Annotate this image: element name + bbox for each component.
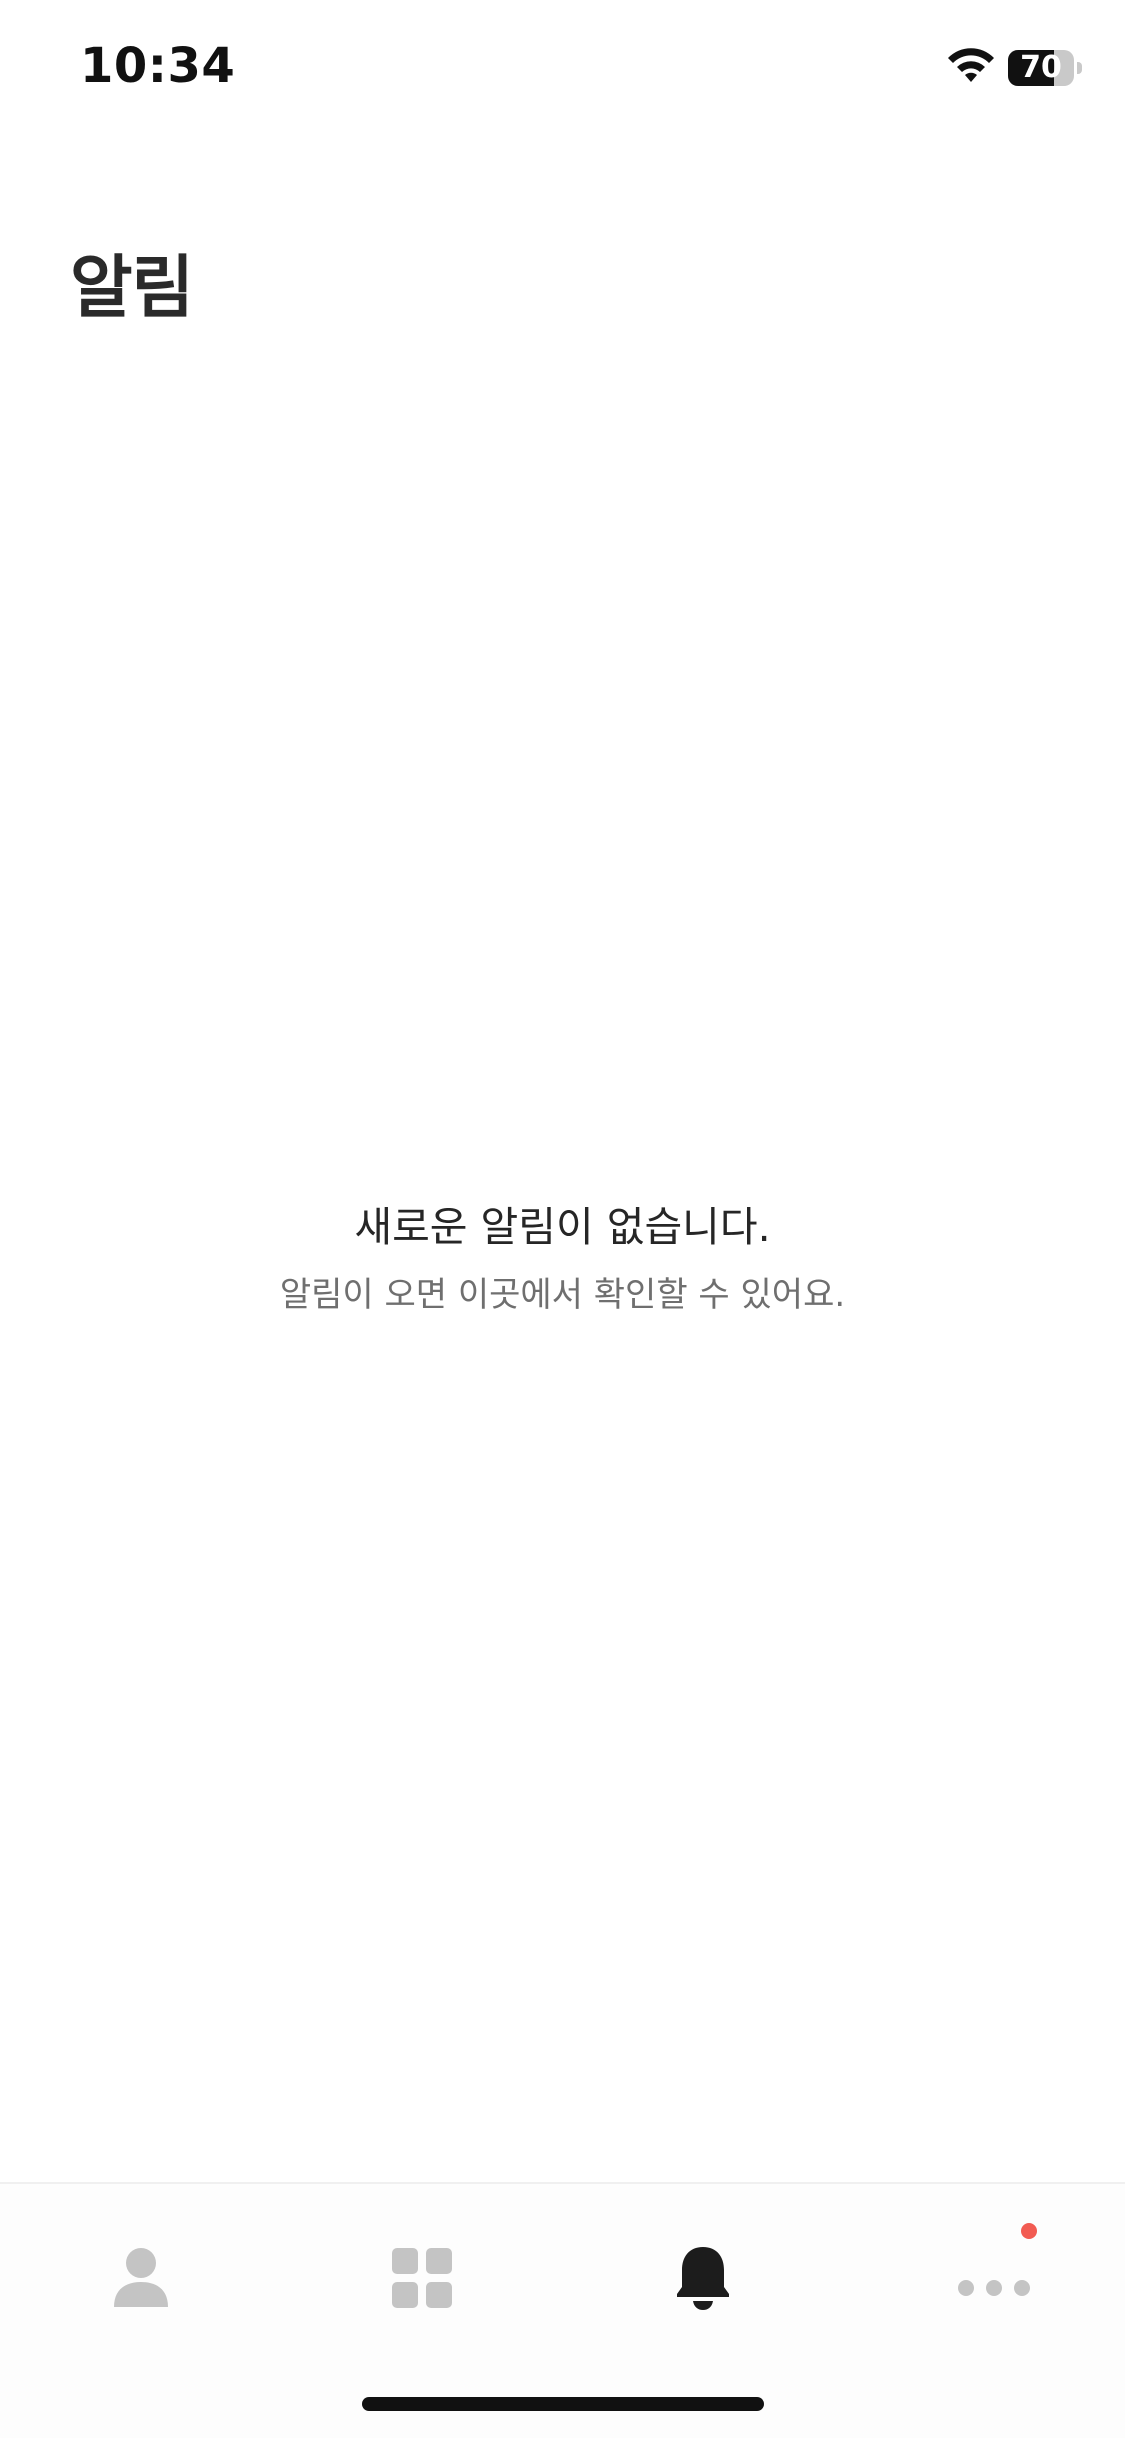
status-bar: 10:34 70	[0, 0, 1125, 140]
tab-profile[interactable]	[81, 2228, 201, 2328]
wifi-icon	[948, 48, 994, 82]
tab-menu[interactable]	[362, 2228, 482, 2328]
battery-level: 70	[1020, 50, 1062, 85]
page-title: 알림	[70, 249, 194, 328]
battery-indicator: 70	[1008, 50, 1082, 86]
grid-icon	[392, 2248, 452, 2308]
notifications-screen: 10:34 70 알림 새로운 알림이 없습니다. 알림이 오면 이곳에서 확인…	[0, 0, 1125, 2438]
battery-tip	[1077, 62, 1082, 74]
more-icon	[958, 2280, 1030, 2296]
empty-state: 새로운 알림이 없습니다. 알림이 오면 이곳에서 확인할 수 있어요.	[0, 1195, 1125, 1323]
tab-more[interactable]	[925, 2228, 1045, 2328]
empty-state-title: 새로운 알림이 없습니다.	[354, 1203, 771, 1251]
home-indicator	[362, 2397, 764, 2411]
tab-notifications[interactable]	[643, 2228, 763, 2328]
person-icon	[114, 2248, 168, 2307]
bell-icon	[677, 2247, 729, 2310]
battery-body: 70	[1008, 50, 1074, 86]
status-time: 10:34	[80, 38, 236, 94]
empty-state-subtitle: 알림이 오면 이곳에서 확인할 수 있어요.	[279, 1275, 846, 1315]
notification-badge	[1021, 2223, 1037, 2239]
